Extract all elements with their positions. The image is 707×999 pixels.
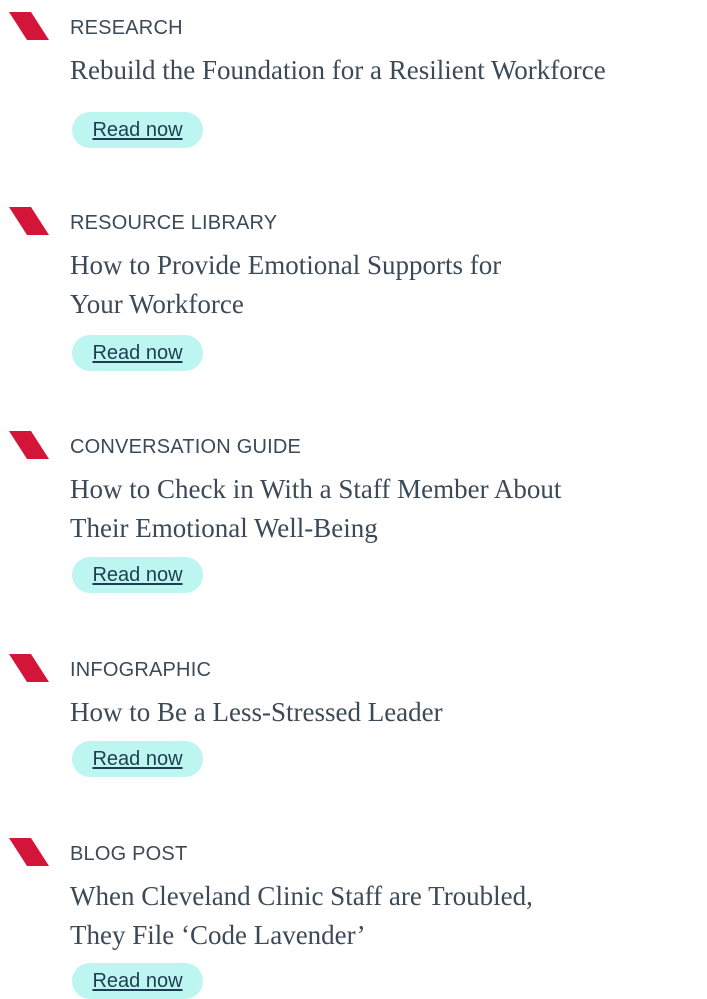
read-now-button[interactable]: Read now	[72, 741, 203, 777]
resource-title-line: Your Workforce	[70, 289, 244, 319]
red-slash-marker-icon	[9, 12, 49, 40]
read-now-button[interactable]: Read now	[72, 963, 203, 999]
category-label: RESEARCH	[70, 17, 183, 39]
red-slash-marker-icon	[9, 431, 49, 459]
read-now-label: Read now	[92, 118, 183, 141]
read-now-label: Read now	[92, 747, 183, 770]
resource-title-line: Their Emotional Well-Being	[70, 513, 378, 543]
resource-title-line: How to Be a Less-Stressed Leader	[70, 697, 443, 727]
resource-title-line: When Cleveland Clinic Staff are Troubled…	[70, 881, 533, 911]
category-label: CONVERSATION GUIDE	[70, 436, 302, 458]
read-now-label: Read now	[92, 969, 183, 992]
resource-title[interactable]: When Cleveland Clinic Staff are Troubled…	[70, 877, 700, 955]
resource-title-line: How to Check in With a Staff Member Abou…	[70, 474, 562, 504]
resource-list: RESEARCH Rebuild the Foundation for a Re…	[0, 0, 707, 999]
red-slash-marker-icon	[9, 654, 49, 682]
read-now-button[interactable]: Read now	[72, 112, 203, 148]
category-label: RESOURCE LIBRARY	[70, 212, 278, 234]
resource-title[interactable]: Rebuild the Foundation for a Resilient W…	[70, 51, 700, 90]
read-now-label: Read now	[92, 563, 183, 586]
category-label: BLOG POST	[70, 843, 188, 865]
resource-title-line: Rebuild the Foundation for a Resilient W…	[70, 55, 606, 85]
resource-title[interactable]: How to Be a Less-Stressed Leader	[70, 693, 700, 732]
read-now-label: Read now	[92, 341, 183, 364]
category-label: INFOGRAPHIC	[70, 659, 212, 681]
read-now-button[interactable]: Read now	[72, 335, 203, 371]
resource-title-line: How to Provide Emotional Supports for	[70, 250, 502, 280]
red-slash-marker-icon	[9, 207, 49, 235]
read-now-button[interactable]: Read now	[72, 557, 203, 593]
resource-title[interactable]: How to Check in With a Staff Member Abou…	[70, 470, 700, 548]
resource-title-line: They File ‘Code Lavender’	[70, 920, 366, 950]
resource-title[interactable]: How to Provide Emotional Supports for Yo…	[70, 246, 700, 324]
red-slash-marker-icon	[9, 838, 49, 866]
